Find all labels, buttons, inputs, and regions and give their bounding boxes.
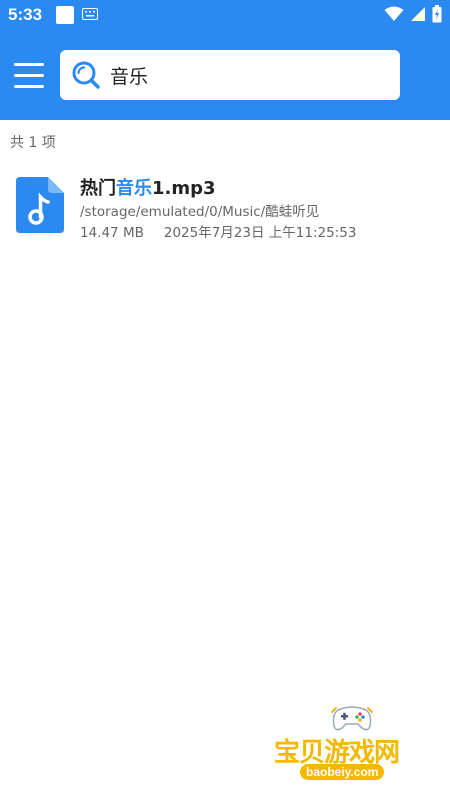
search-highlight: 音乐 [116, 178, 152, 199]
status-time: 5:33 [8, 5, 43, 24]
keyboard-icon [82, 8, 98, 20]
file-size: 14.47 MB [80, 225, 144, 241]
signal-icon [411, 7, 425, 21]
search-box[interactable] [60, 50, 400, 100]
file-list-item[interactable]: 热门音乐1.mp3 /storage/emulated/0/Music/酷蛙听见… [0, 165, 450, 245]
result-count: 共 1 项 [10, 135, 56, 151]
file-meta: 14.47 MB 2025年7月23日 上午11:25:53 [80, 221, 356, 241]
notification-square-icon [56, 6, 74, 24]
menu-icon[interactable] [14, 63, 46, 89]
file-name: 热门音乐1.mp3 [80, 178, 216, 199]
music-file-icon [16, 177, 64, 233]
watermark: 宝贝游戏网 baobeiy.com [272, 702, 422, 794]
search-input[interactable] [110, 58, 390, 92]
file-date: 2025年7月23日 上午11:25:53 [163, 225, 357, 241]
watermark-url: baobeiy.com [300, 764, 385, 780]
battery-icon [432, 5, 442, 23]
app-header [0, 30, 450, 120]
wifi-icon [384, 6, 404, 21]
search-icon [72, 61, 100, 89]
file-path: /storage/emulated/0/Music/酷蛙听见 [80, 204, 320, 220]
gamepad-icon [331, 706, 373, 731]
status-bar: 5:33 [0, 0, 450, 30]
